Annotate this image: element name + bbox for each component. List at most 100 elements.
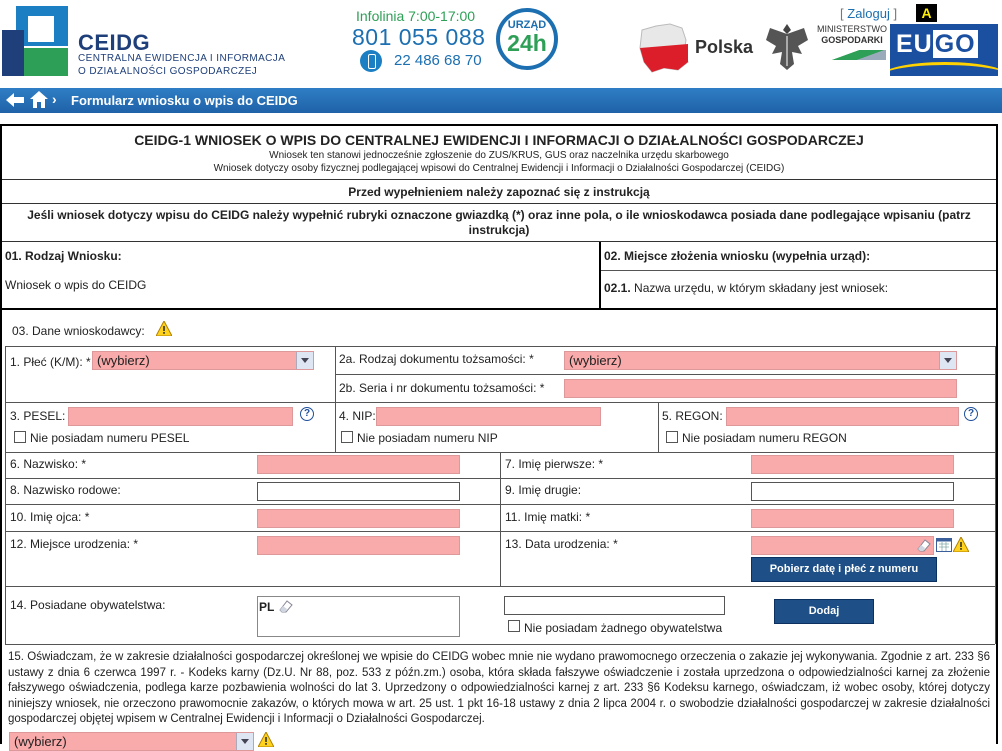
divider — [599, 242, 601, 310]
instruction-text: Jeśli wniosek dotyczy wpisu do CEIDG nal… — [27, 208, 971, 222]
add-citizenship-button[interactable]: Dodaj — [774, 599, 874, 624]
section-021-label: 02.1. Nazwa urzędu, w którym składany je… — [604, 281, 888, 295]
breadcrumb-title: Formularz wniosku o wpis do CEIDG — [71, 93, 298, 108]
urzad-24h-badge[interactable]: URZĄD 24h — [496, 8, 558, 70]
badge-bottom-text: 24h — [507, 30, 547, 56]
mother-name-label: 11. Imię matki: * — [505, 510, 591, 524]
no-regon-label: Nie posiadam numeru REGON — [682, 431, 847, 445]
grid-line — [500, 452, 501, 586]
birth-place-input[interactable] — [257, 536, 460, 555]
section-02-label: 02. Miejsce złożenia wniosku (wypełnia u… — [604, 249, 871, 263]
polska-link[interactable]: Polska — [695, 37, 753, 58]
home-icon[interactable] — [30, 91, 48, 108]
instruction-title: Przed wypełnieniem należy zapoznać się z… — [348, 185, 650, 199]
citizenship-list[interactable]: PL — [257, 596, 460, 637]
no-pesel-label: Nie posiadam numeru PESEL — [30, 431, 190, 445]
father-name-input[interactable] — [257, 509, 460, 528]
gender-select[interactable]: (wybierz) — [92, 351, 314, 370]
breadcrumb-chevron-icon: › — [52, 91, 57, 107]
bracket: [ — [840, 6, 844, 21]
instruction-row: Jeśli wniosek dotyczy wpisu do CEIDG nal… — [2, 204, 996, 242]
father-name-label: 10. Imię ojca: * — [10, 510, 90, 524]
no-regon-checkbox[interactable] — [666, 431, 678, 443]
gender-label: 1. Płeć (K/M): * — [10, 355, 91, 369]
ceidg-logo-icon[interactable] — [0, 4, 70, 78]
chevron-down-icon[interactable] — [939, 352, 956, 369]
citizenship-input[interactable] — [504, 596, 725, 615]
nip-input[interactable] — [376, 407, 601, 426]
grid-line — [658, 402, 659, 452]
grid-line — [995, 346, 996, 644]
back-arrow-icon[interactable] — [6, 93, 24, 107]
regon-label: 5. REGON: — [662, 409, 723, 423]
warning-icon[interactable] — [953, 537, 969, 552]
high-contrast-button[interactable]: A — [916, 4, 937, 22]
no-citizenship-checkbox[interactable] — [508, 620, 520, 632]
pesel-input[interactable] — [68, 407, 293, 426]
id-doc-type-select[interactable]: (wybierz) — [564, 351, 957, 370]
no-nip-label: Nie posiadam numeru NIP — [357, 431, 498, 445]
bracket: ] — [893, 6, 898, 21]
id-doc-type-value: (wybierz) — [569, 353, 622, 368]
help-icon[interactable]: ? — [964, 407, 978, 421]
infolinia-phone-mobile: 22 486 68 70 — [394, 52, 482, 69]
form-subtitle: Wniosek ten stanowi jednocześnie zgłosze… — [269, 150, 729, 161]
section-01-value: Wniosek o wpis do CEIDG — [5, 278, 147, 292]
regon-input[interactable] — [726, 407, 959, 426]
application-form: CEIDG-1 WNIOSEK O WPIS DO CENTRALNEJ EWI… — [0, 124, 998, 751]
id-doc-type-label: 2a. Rodzaj dokumentu tożsamości: * — [339, 352, 534, 366]
citizenship-item: PL — [259, 600, 275, 614]
eraser-icon[interactable] — [916, 537, 932, 553]
grid-line — [5, 346, 995, 347]
surname-label: 6. Nazwisko: * — [10, 457, 87, 471]
grid-line — [5, 644, 995, 645]
instruction-header: Przed wypełnieniem należy zapoznać się z… — [2, 180, 996, 204]
no-pesel-checkbox[interactable] — [14, 431, 26, 443]
form-header: CEIDG-1 WNIOSEK O WPIS DO CENTRALNEJ EWI… — [2, 126, 996, 180]
eugo-text: EU — [896, 30, 933, 58]
chevron-down-icon[interactable] — [296, 352, 313, 369]
mother-name-input[interactable] — [751, 509, 954, 528]
citizenship-label: 14. Posiadane obywatelstwa: — [10, 598, 166, 612]
section-01-label: 01. Rodzaj Wniosku: — [5, 249, 122, 263]
surname-input[interactable] — [257, 455, 460, 474]
section-021-number: 02.1. — [604, 281, 631, 295]
ministry-logo[interactable]: MINISTERSTWO GOSPODARKI — [816, 24, 888, 46]
id-doc-number-input[interactable] — [564, 379, 957, 398]
warning-icon[interactable] — [156, 321, 172, 336]
calendar-icon[interactable] — [936, 537, 952, 552]
section-03-label: 03. Dane wnioskodawcy: — [12, 324, 145, 338]
help-icon[interactable]: ? — [300, 407, 314, 421]
grid-line — [335, 374, 995, 375]
eugo-logo[interactable]: EUGO — [890, 24, 998, 76]
login-label[interactable]: Zaloguj — [847, 6, 890, 21]
eagle-emblem-icon[interactable] — [764, 20, 810, 74]
declaration-text: 15. Oświadczam, że w zakresie działalnoś… — [8, 651, 990, 725]
first-name-input[interactable] — [751, 455, 954, 474]
declaration-select[interactable]: (wybierz) — [9, 732, 254, 751]
divider — [601, 270, 996, 271]
no-nip-checkbox[interactable] — [341, 431, 353, 443]
ministry-logo-bar — [814, 50, 886, 60]
poland-map-icon[interactable] — [636, 22, 690, 74]
ministry-line: MINISTERSTWO — [817, 24, 887, 34]
chevron-down-icon[interactable] — [236, 733, 253, 750]
declaration-select-value: (wybierz) — [14, 734, 67, 749]
gender-select-value: (wybierz) — [97, 353, 150, 368]
pesel-label: 3. PESEL: — [10, 409, 66, 423]
eraser-icon[interactable] — [278, 598, 294, 614]
nip-label: 4. NIP: — [339, 409, 376, 423]
grid-line — [5, 346, 6, 644]
birth-surname-label: 8. Nazwisko rodowe: — [10, 483, 121, 497]
form-subtitle: Wniosek dotyczy osoby fizycznej podlegaj… — [213, 163, 785, 174]
birth-place-label: 12. Miejsce urodzenia: * — [10, 537, 139, 551]
warning-icon[interactable] — [258, 732, 274, 747]
birth-surname-input[interactable] — [257, 482, 460, 501]
pesel-autofill-button[interactable]: Pobierz datę i płeć z numeru PESEL — [751, 557, 937, 598]
birth-date-input[interactable] — [751, 536, 934, 555]
logo-subtitle: O DZIAŁALNOŚCI GOSPODARCZEJ — [78, 66, 258, 77]
second-name-input[interactable] — [751, 482, 954, 501]
grid-line — [5, 402, 995, 403]
instruction-text: instrukcja) — [468, 223, 530, 237]
login-link[interactable]: [ Zaloguj ] — [840, 6, 897, 21]
